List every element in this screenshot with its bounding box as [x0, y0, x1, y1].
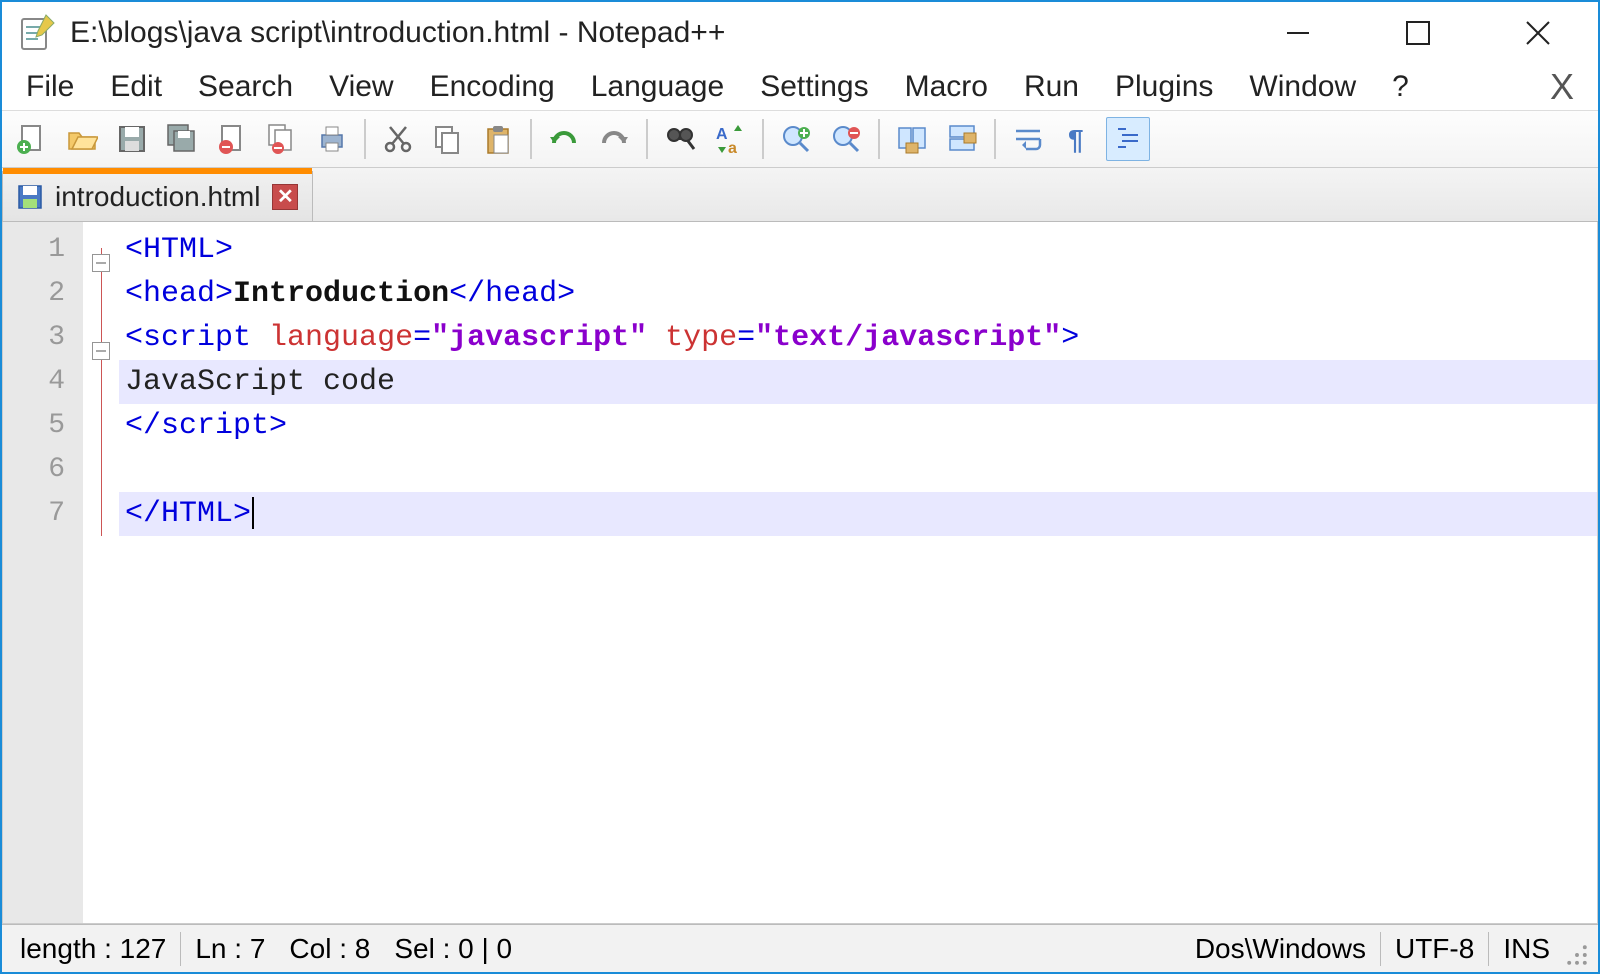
paste-icon[interactable]	[476, 117, 520, 161]
find-icon[interactable]	[658, 117, 702, 161]
close-button[interactable]	[1478, 2, 1598, 64]
cut-icon[interactable]	[376, 117, 420, 161]
menu-view[interactable]: View	[311, 66, 411, 108]
window-controls	[1238, 2, 1598, 64]
menu-window[interactable]: Window	[1231, 66, 1374, 108]
code-area[interactable]: <HTML><head>Introduction</head><script l…	[119, 222, 1597, 923]
status-sel: Sel : 0 | 0	[384, 933, 522, 965]
sync-v-icon[interactable]	[890, 117, 934, 161]
toolbar-separator	[878, 119, 880, 159]
window-title: E:\blogs\java script\introduction.html -…	[70, 16, 1238, 50]
toolbar-separator	[762, 119, 764, 159]
close-file-icon[interactable]	[210, 117, 254, 161]
svg-text:A: A	[716, 126, 728, 143]
app-window: E:\blogs\java script\introduction.html -…	[0, 0, 1600, 974]
toolbar-separator	[646, 119, 648, 159]
line-number: 4	[3, 360, 83, 404]
line-number: 3	[3, 316, 83, 360]
line-number-gutter: 1234567	[3, 222, 83, 923]
editor[interactable]: 1234567 <HTML><head>Introduction</head><…	[2, 222, 1598, 924]
line-number: 7	[3, 492, 83, 536]
minimize-button[interactable]	[1238, 2, 1358, 64]
toolbar-separator	[364, 119, 366, 159]
tabbar: introduction.html ✕	[2, 168, 1598, 222]
resize-grip-icon[interactable]	[1564, 942, 1590, 968]
zoom-out-icon[interactable]	[824, 117, 868, 161]
doc-map-icon[interactable]	[1106, 117, 1150, 161]
new-file-icon[interactable]	[10, 117, 54, 161]
menu-encoding[interactable]: Encoding	[412, 66, 573, 108]
tab-label: introduction.html	[55, 181, 260, 213]
menu-search[interactable]: Search	[180, 66, 311, 108]
code-line[interactable]: </script>	[119, 404, 1597, 448]
code-line[interactable]: <head>Introduction</head>	[119, 272, 1597, 316]
zoom-in-icon[interactable]	[774, 117, 818, 161]
statusbar: length : 127 Ln : 7 Col : 8 Sel : 0 | 0 …	[2, 924, 1598, 972]
code-line[interactable]: <HTML>	[119, 228, 1597, 272]
tab-introduction[interactable]: introduction.html ✕	[2, 171, 313, 221]
menu-close-x[interactable]: X	[1550, 66, 1592, 108]
save-all-icon[interactable]	[160, 117, 204, 161]
menu-run[interactable]: Run	[1006, 66, 1097, 108]
status-ins: INS	[1493, 933, 1560, 965]
menu-macro[interactable]: Macro	[887, 66, 1006, 108]
menu-file[interactable]: File	[8, 66, 92, 108]
save-icon[interactable]	[110, 117, 154, 161]
menu-edit[interactable]: Edit	[92, 66, 180, 108]
svg-text:a: a	[728, 140, 737, 155]
toolbar-separator	[994, 119, 996, 159]
status-ln: Ln : 7	[185, 933, 275, 965]
menu-language[interactable]: Language	[573, 66, 742, 108]
line-number: 6	[3, 448, 83, 492]
titlebar: E:\blogs\java script\introduction.html -…	[2, 2, 1598, 64]
maximize-button[interactable]	[1358, 2, 1478, 64]
code-line[interactable]: </HTML>	[119, 492, 1597, 536]
sync-h-icon[interactable]	[940, 117, 984, 161]
redo-icon[interactable]	[592, 117, 636, 161]
print-icon[interactable]	[310, 117, 354, 161]
menu-plugins[interactable]: Plugins	[1097, 66, 1231, 108]
status-encoding: UTF-8	[1385, 933, 1484, 965]
fold-toggle[interactable]	[92, 342, 110, 360]
show-all-icon[interactable]: ¶	[1056, 117, 1100, 161]
fold-toggle[interactable]	[92, 254, 110, 272]
word-wrap-icon[interactable]	[1006, 117, 1050, 161]
line-number: 5	[3, 404, 83, 448]
fold-column	[83, 222, 119, 923]
open-file-icon[interactable]	[60, 117, 104, 161]
menu-help[interactable]: ?	[1374, 66, 1427, 108]
find-replace-icon[interactable]: Aa	[708, 117, 752, 161]
menu-settings[interactable]: Settings	[742, 66, 886, 108]
line-number: 1	[3, 228, 83, 272]
close-all-icon[interactable]	[260, 117, 304, 161]
status-eol: Dos\Windows	[1185, 933, 1376, 965]
code-line[interactable]: <script language="javascript" type="text…	[119, 316, 1597, 360]
menubar: File Edit Search View Encoding Language …	[2, 64, 1598, 110]
status-col: Col : 8	[279, 933, 380, 965]
tab-close-icon[interactable]: ✕	[272, 184, 298, 210]
undo-icon[interactable]	[542, 117, 586, 161]
code-line[interactable]	[119, 448, 1597, 492]
copy-icon[interactable]	[426, 117, 470, 161]
line-number: 2	[3, 272, 83, 316]
app-icon	[16, 13, 56, 53]
svg-text:¶: ¶	[1068, 124, 1084, 155]
code-line[interactable]: JavaScript code	[119, 360, 1597, 404]
toolbar: Aa ¶	[2, 110, 1598, 168]
status-length: length : 127	[10, 933, 176, 965]
toolbar-separator	[530, 119, 532, 159]
save-icon	[17, 184, 43, 210]
